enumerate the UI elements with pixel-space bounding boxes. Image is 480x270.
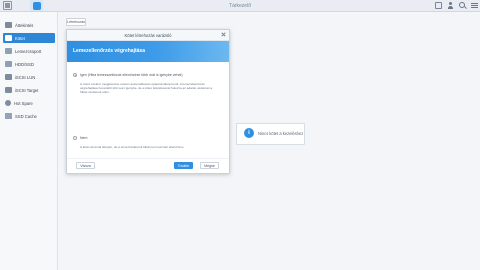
sidebar-item-disk-group[interactable]: Lemezcsoport [3,46,55,56]
sidebar-item-label: iSCSI LUN [15,74,36,80]
sidebar-item-label: Hot Spare [14,100,33,106]
sidebar-item-label: HDD/SSD [15,61,34,67]
sidebar-item-iscsi-lun[interactable]: iSCSI LUN [3,72,55,82]
search-icon[interactable] [459,2,466,9]
sidebar-item-label: Kötet [15,35,25,41]
sidebar-item-label: Áttekintés [15,22,34,28]
sidebar-item-hdd-ssd[interactable]: HDD/SSD [3,59,55,69]
empty-state-card: i Nincs kötet a kezeléshez [236,123,305,145]
option-no-label[interactable]: Nem [80,136,87,140]
wizard-footer: Vissza Tovább Mégse [67,158,229,173]
radio-yes[interactable] [73,73,77,77]
back-button[interactable]: Vissza [76,162,95,169]
wizard-title: Kötet létrehozás varázsló [67,30,229,41]
top-taskbar: Tárkezelő [0,0,480,12]
sidebar-item-label: Lemezcsoport [15,48,42,54]
sidebar-item-volume[interactable]: Kötet [3,33,55,43]
empty-state-text: Nincs kötet a kezeléshez [258,131,304,136]
wizard-title-text: Kötet létrehozás varázsló [124,32,172,38]
disk-group-icon [5,48,12,54]
sidebar-item-label: SSD Cache [15,113,37,119]
iscsi-target-icon [5,87,12,93]
sidebar: Áttekintés Kötet Lemezcsoport HDD/SSD iS… [0,12,58,270]
radio-no[interactable] [73,136,77,140]
sidebar-item-ssd-cache[interactable]: SSD Cache [3,111,55,121]
hot-spare-icon [5,100,11,106]
info-icon: i [244,128,254,138]
sidebar-item-label: iSCSI Target [15,87,39,93]
wizard-header: Lemezellenőrzés végrehajtása [67,41,229,62]
notification-icon[interactable] [435,2,442,9]
sidebar-item-iscsi-target[interactable]: iSCSI Target [3,85,55,95]
wizard-body: Igen (Hiba lemezszektorok ellenőrzése tö… [67,62,229,160]
close-icon[interactable] [221,32,226,37]
create-button[interactable]: Létrehozás [66,18,86,26]
window-title: Tárkezelő [229,3,251,9]
iscsi-lun-icon [5,74,12,80]
overview-icon [5,22,12,28]
option-yes-description: A rossz szektor megjelenése esetén autom… [80,82,213,95]
cancel-button[interactable]: Mégse [200,162,219,169]
option-yes-label[interactable]: Igen (Hiba lemezszektorok ellenőrzése tö… [80,73,183,77]
wizard-header-title: Lemezellenőrzés végrehajtása [73,48,145,54]
menu-icon[interactable] [471,2,478,9]
ssd-cache-icon [5,113,12,119]
user-icon[interactable] [447,2,454,9]
option-no-description: A kötet azonnal létrejön, de a lemezszek… [80,145,185,149]
hdd-icon [5,61,12,67]
volume-icon [5,35,12,41]
volume-creation-wizard: Kötet létrehozás varázsló Lemezellenőrzé… [66,29,230,174]
sidebar-item-hot-spare[interactable]: Hot Spare [3,98,55,108]
next-button[interactable]: Tovább [174,162,193,169]
sidebar-item-overview[interactable]: Áttekintés [3,20,55,30]
